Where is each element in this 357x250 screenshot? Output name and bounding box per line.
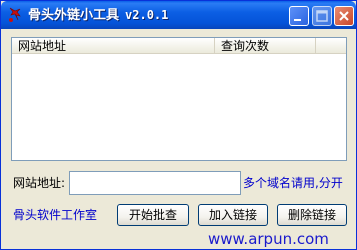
app-window: 骨头外链小工具 v2.0.1 网站地址 查询次数 网站地址: 多个域名请用,分开 … — [0, 0, 357, 250]
maximize-icon — [316, 10, 328, 22]
bone-app-icon — [6, 6, 24, 24]
minimize-icon — [294, 19, 301, 21]
window-title: 骨头外链小工具 v2.0.1 — [28, 7, 168, 23]
close-icon — [339, 11, 349, 21]
add-link-button[interactable]: 加入链接 — [198, 204, 268, 226]
column-header-query-count[interactable]: 查询次数 — [215, 38, 316, 54]
studio-link[interactable]: 骨头软件工作室 — [13, 207, 97, 223]
window-version: v2.0.1 — [125, 8, 169, 22]
url-input[interactable] — [69, 171, 241, 195]
column-header-site-url[interactable]: 网站地址 — [12, 38, 215, 54]
watermark-text: www.arpun.com — [208, 230, 329, 248]
url-field-label: 网站地址: — [13, 176, 66, 190]
results-listview[interactable]: 网站地址 查询次数 — [11, 37, 347, 161]
column-header-empty[interactable] — [316, 38, 346, 54]
delete-link-button[interactable]: 删除链接 — [277, 204, 347, 226]
title-bar[interactable]: 骨头外链小工具 v2.0.1 — [1, 1, 356, 29]
minimize-button[interactable] — [289, 6, 309, 26]
window-title-text: 骨头外链小工具 — [28, 8, 120, 23]
start-query-button[interactable]: 开始批查 — [117, 204, 189, 226]
close-button[interactable] — [334, 6, 354, 26]
listview-header: 网站地址 查询次数 — [12, 38, 346, 54]
multi-domain-hint: 多个域名请用,分开 — [243, 176, 343, 190]
maximize-button[interactable] — [312, 6, 332, 26]
